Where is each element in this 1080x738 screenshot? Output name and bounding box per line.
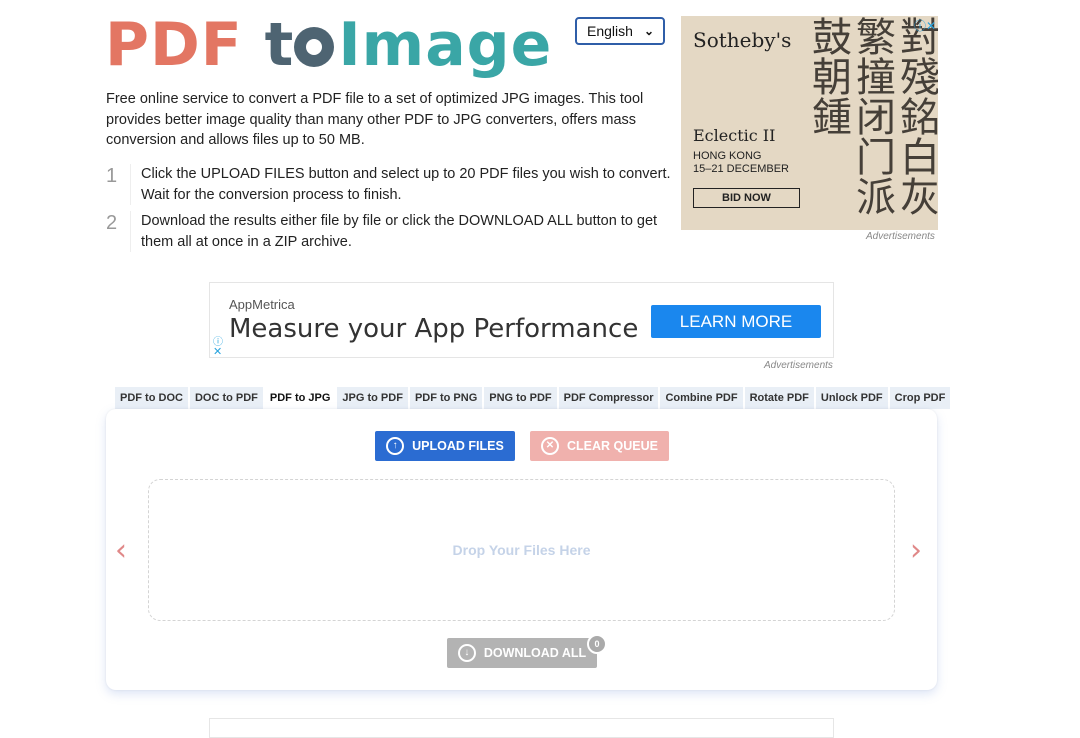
ad-label: Advertisements: [764, 360, 833, 371]
drop-zone-text: Drop Your Files Here: [452, 542, 591, 558]
language-value: English: [587, 23, 633, 39]
step-text: Click the UPLOAD FILES button and select…: [141, 166, 671, 203]
tab-combine-pdf[interactable]: Combine PDF: [660, 387, 743, 409]
clear-queue-button[interactable]: ✕ CLEAR QUEUE: [530, 431, 669, 461]
tab-pdf-compressor[interactable]: PDF Compressor: [558, 387, 659, 409]
tab-unlock-pdf[interactable]: Unlock PDF: [815, 387, 888, 409]
intro-text: Free online service to convert a PDF fil…: [106, 91, 644, 148]
tool-tabs: PDF to DOC DOC to PDF PDF to JPG JPG to …: [115, 387, 951, 409]
ad-calligraphy-image: 對殘銘白灰繁撞闭门派鼓朝鍾: [805, 16, 938, 216]
tab-pdf-to-doc[interactable]: PDF to DOC: [115, 387, 188, 409]
download-all-label: DOWNLOAD ALL: [483, 646, 587, 660]
ad-close-icon[interactable]: ✕: [213, 345, 222, 358]
ad-advertiser: AppMetrica: [229, 297, 295, 312]
logo-to: t: [264, 10, 295, 80]
tab-pdf-to-jpg[interactable]: PDF to JPG: [264, 387, 336, 409]
step-item: 1 Click the UPLOAD FILES button and sele…: [106, 164, 671, 205]
download-arrow-icon: ↓: [457, 644, 476, 662]
ad-brand: Sotheby's: [693, 28, 792, 52]
ad-city: HONG KONG: [693, 150, 762, 162]
logo-pdf: PDF: [105, 10, 243, 80]
convert-icon: [294, 27, 335, 67]
step-item: 2 Download the results either file by fi…: [106, 211, 671, 252]
ad-title: Eclectic II: [693, 126, 776, 145]
bottom-ad-frame: [209, 718, 834, 738]
logo[interactable]: PDF t Image: [105, 12, 552, 78]
adchoices-icon[interactable]: ⓘ✕: [914, 17, 936, 34]
bid-now-button[interactable]: BID NOW: [693, 188, 800, 208]
tab-rotate-pdf[interactable]: Rotate PDF: [744, 387, 814, 409]
ad-location: HONG KONG 15–21 DECEMBER: [693, 150, 789, 176]
logo-image: Image: [338, 10, 553, 80]
sothebys-ad[interactable]: 對殘銘白灰繁撞闭门派鼓朝鍾 Sotheby's Eclectic II HONG…: [681, 16, 938, 230]
clear-queue-label: CLEAR QUEUE: [567, 439, 658, 453]
learn-more-button[interactable]: LEARN MORE: [651, 305, 821, 338]
converter-panel: ↑ UPLOAD FILES ✕ CLEAR QUEUE ‹ Drop Your…: [106, 409, 937, 690]
chevron-left-icon[interactable]: ‹: [115, 533, 127, 568]
tab-doc-to-pdf[interactable]: DOC to PDF: [189, 387, 263, 409]
tab-png-to-pdf[interactable]: PNG to PDF: [484, 387, 557, 409]
file-count-badge: 0: [587, 634, 607, 654]
ad-dates: 15–21 DECEMBER: [693, 163, 789, 175]
chevron-down-icon: ⌄: [643, 24, 654, 38]
upload-files-button[interactable]: ↑ UPLOAD FILES: [375, 431, 515, 461]
chevron-right-icon[interactable]: ›: [910, 533, 922, 568]
step-number: 2: [106, 211, 131, 252]
tab-crop-pdf[interactable]: Crop PDF: [889, 387, 951, 409]
upload-files-label: UPLOAD FILES: [412, 439, 504, 453]
step-number: 1: [106, 164, 131, 205]
tab-pdf-to-png[interactable]: PDF to PNG: [409, 387, 483, 409]
ad-label: Advertisements: [866, 231, 935, 242]
clear-x-icon: ✕: [541, 437, 559, 455]
upload-arrow-icon: ↑: [386, 437, 405, 455]
language-select[interactable]: English ⌄: [575, 17, 665, 45]
download-all-button[interactable]: ↓ DOWNLOAD ALL: [447, 638, 597, 668]
ad-headline: Measure your App Performance: [229, 314, 639, 344]
steps-list: 1 Click the UPLOAD FILES button and sele…: [106, 164, 671, 258]
file-drop-zone[interactable]: Drop Your Files Here: [148, 479, 895, 621]
tab-jpg-to-pdf[interactable]: JPG to PDF: [337, 387, 408, 409]
step-text: Download the results either file by file…: [141, 213, 658, 250]
appmetrica-ad[interactable]: AppMetrica Measure your App Performance …: [209, 282, 834, 358]
